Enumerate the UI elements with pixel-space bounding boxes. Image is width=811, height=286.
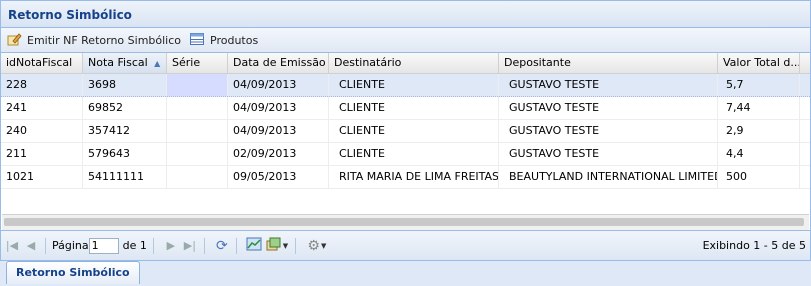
cell-data-emissao: 02/09/2013 [228,143,329,165]
cell-serie [167,74,228,96]
settings-menu-button[interactable]: ⚙ ▼ [305,238,329,254]
cell-depositante: GUSTAVO TESTE [499,143,718,165]
refresh-icon: ⟳ [216,237,228,254]
cell-valor-total: 5,7 [718,74,800,96]
last-page-icon: ▶| [183,239,196,252]
gear-icon: ⚙ [307,237,320,254]
cell-nota-fiscal: 3698 [83,74,167,96]
grid-toolbar: Emitir NF Retorno Simbólico Produtos [1,28,810,53]
cell-nota-fiscal: 69852 [83,97,167,119]
column-header-valor-total[interactable]: Valor Total d... [718,53,800,73]
cell-data-emissao: 04/09/2013 [228,74,329,96]
cell-destinatario: CLIENTE [329,74,499,96]
export-chart-button[interactable] [246,236,262,255]
cell-idnotafiscal: 240 [1,120,83,142]
sort-asc-icon: ▲ [154,59,161,68]
cell-idnotafiscal: 1021 [1,166,83,188]
cell-serie [167,120,228,142]
cell-valor-total: 2,9 [718,120,800,142]
cell-nota-fiscal: 579643 [83,143,167,165]
column-header-data-emissao[interactable]: Data de Emissão [228,53,329,73]
cell-serie [167,97,228,119]
cell-valor-total: 4,4 [718,143,800,165]
cell-idnotafiscal: 241 [1,97,83,119]
column-header-nota-fiscal[interactable]: Nota Fiscal ▲ [83,53,167,73]
retorno-panel: Retorno Simbólico Emitir NF Retorno Simb… [0,0,811,261]
cell-destinatario: CLIENTE [329,120,499,142]
cell-idnotafiscal: 228 [1,74,83,96]
panel-title: Retorno Simbólico [1,1,810,28]
previous-page-button[interactable]: ◀ [23,238,39,254]
page-number-input[interactable] [88,237,119,254]
first-page-icon: |◀ [5,239,19,252]
table-icon [189,31,205,50]
cell-idnotafiscal: 211 [1,143,83,165]
page-label: Página [52,239,89,252]
next-page-button[interactable]: ▶ [163,238,179,254]
pager-separator [294,237,296,254]
cell-serie [167,166,228,188]
paging-toolbar: |◀ ◀ Página de 1 ▶ ▶| ⟳ [1,230,810,260]
column-header-idnotafiscal[interactable]: idNotaFiscal [1,53,83,73]
pager-separator [45,237,46,254]
cell-destinatario: RITA MARIA DE LIMA FREITAS [329,166,499,188]
previous-page-icon: ◀ [26,239,36,252]
cell-nota-fiscal: 54111111 [83,166,167,188]
tab-retorno-simbolico[interactable]: Retorno Simbólico [6,261,140,284]
table-row[interactable]: 1021 54111111 09/05/2013 RITA MARIA DE L… [1,166,810,189]
paging-display-text: Exibindo 1 - 5 de 5 [702,239,806,252]
cell-valor-total: 500 [718,166,800,188]
cell-destinatario: CLIENTE [329,97,499,119]
grid-body: 228 3698 04/09/2013 CLIENTE GUSTAVO TEST… [1,74,810,189]
refresh-button[interactable]: ⟳ [214,238,230,254]
table-row[interactable]: 228 3698 04/09/2013 CLIENTE GUSTAVO TEST… [1,74,810,97]
produtos-button[interactable]: Produtos [189,31,258,50]
emitir-nf-button[interactable]: Emitir NF Retorno Simbólico [6,31,181,50]
nota-fiscal-header-label: Nota Fiscal [88,56,148,69]
emitir-nf-label: Emitir NF Retorno Simbólico [27,33,182,47]
first-page-button[interactable]: |◀ [4,238,20,254]
cell-nota-fiscal: 357412 [83,120,167,142]
column-header-serie[interactable]: Série [167,53,228,73]
last-page-button[interactable]: ▶| [182,238,198,254]
export-menu-button[interactable]: ▼ [265,236,289,255]
produtos-label: Produtos [210,33,259,47]
cell-serie [167,143,228,165]
pager-separator [203,237,205,254]
table-row[interactable]: 240 357412 04/09/2013 CLIENTE GUSTAVO TE… [1,120,810,143]
export-icon [266,236,282,255]
chevron-down-icon: ▼ [320,241,327,250]
grid-header: idNotaFiscal Nota Fiscal ▲ Série Data de… [1,53,810,74]
column-header-depositante[interactable]: Depositante [499,53,718,73]
cell-depositante: GUSTAVO TESTE [499,97,718,119]
page-count-label: de 1 [122,239,147,252]
cell-depositante: BEAUTYLAND INTERNATIONAL LIMITED [499,166,718,188]
cell-data-emissao: 04/09/2013 [228,97,329,119]
chart-icon [246,236,262,255]
table-row[interactable]: 211 579643 02/09/2013 CLIENTE GUSTAVO TE… [1,143,810,166]
edit-document-icon [6,31,22,50]
next-page-icon: ▶ [166,239,176,252]
cell-destinatario: CLIENTE [329,143,499,165]
cell-depositante: GUSTAVO TESTE [499,120,718,142]
cell-depositante: GUSTAVO TESTE [499,74,718,96]
cell-valor-total: 7,44 [718,97,800,119]
pager-separator [235,237,237,254]
scrollbar-thumb[interactable] [4,218,804,226]
cell-data-emissao: 04/09/2013 [228,120,329,142]
cell-data-emissao: 09/05/2013 [228,166,329,188]
chevron-down-icon: ▼ [282,241,289,250]
horizontal-scrollbar[interactable] [2,214,809,230]
table-row[interactable]: 241 69852 04/09/2013 CLIENTE GUSTAVO TES… [1,97,810,120]
column-header-destinatario[interactable]: Destinatário [329,53,499,73]
pager-separator [152,237,154,254]
